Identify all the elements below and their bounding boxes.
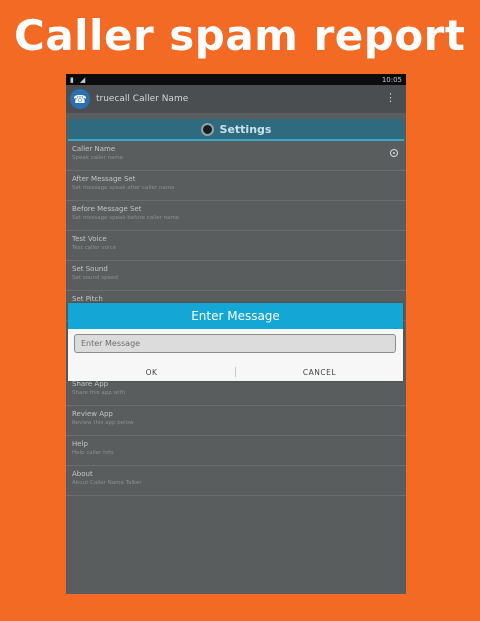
cancel-button[interactable]: CANCEL [236,368,403,377]
pref-title: After Message Set [72,175,136,183]
message-input[interactable] [74,334,396,353]
pref-summary: Test caller voice [72,245,116,251]
pref-summary: Review this app below [72,420,134,426]
pref-summary: Help caller info [72,450,114,456]
settings-title: Settings [219,122,272,136]
pref-title: Before Message Set [72,205,142,213]
preference-list-bottom: Share App Share this app with Review App… [66,376,406,496]
preference-list-top: Caller Name Speak caller name After Mess… [66,141,406,321]
enter-message-dialog: Enter Message OK CANCEL [68,303,403,381]
pref-before-message[interactable]: Before Message Set Set message speak bef… [66,201,406,231]
pref-title: Caller Name [72,145,116,153]
pref-after-message[interactable]: After Message Set Set message speak afte… [66,171,406,201]
pref-review-app[interactable]: Review App Review this app below [66,406,406,436]
status-bar: ▮ ◢ 10:05 [66,74,406,85]
pref-title: About [72,470,93,478]
pref-title: Help [72,440,88,448]
pref-title: Review App [72,410,113,418]
signal-icon: ◢ [79,75,86,84]
headline: Caller spam report [14,11,466,60]
pref-set-sound[interactable]: Set Sound Set sound speed [66,261,406,291]
caller-name-toggle[interactable] [390,149,398,157]
pref-summary: Set sound speed [72,275,118,281]
ok-button[interactable]: OK [68,368,235,377]
pref-summary: Set message speak after caller name [72,185,175,191]
pref-summary: Share this app with [72,390,126,396]
status-time: 10:05 [381,75,402,84]
pref-title: Set Sound [72,265,108,273]
settings-header: Settings [68,119,404,141]
pref-help[interactable]: Help Help caller info [66,436,406,466]
battery-icon: ▮ [70,75,74,84]
app-bar: ☎ truecall Caller Name ⋮ [66,85,406,113]
dialog-title: Enter Message [68,303,403,329]
dialog-buttons: OK CANCEL [68,363,403,381]
settings-icon [200,122,214,136]
pref-test-voice[interactable]: Test Voice Test caller voice [66,231,406,261]
pref-summary: About Caller Name Talker [72,480,142,486]
pref-title: Test Voice [72,235,107,243]
overflow-menu-icon[interactable]: ⋮ [385,92,396,103]
pref-title: Share App [72,380,109,388]
phone-icon: ☎ [70,89,90,109]
pref-about[interactable]: About About Caller Name Talker [66,466,406,496]
pref-summary: Speak caller name [72,155,124,161]
pref-summary: Set message speak before caller name [72,215,180,221]
app-title: truecall Caller Name [96,94,189,104]
pref-caller-name[interactable]: Caller Name Speak caller name [66,141,406,171]
